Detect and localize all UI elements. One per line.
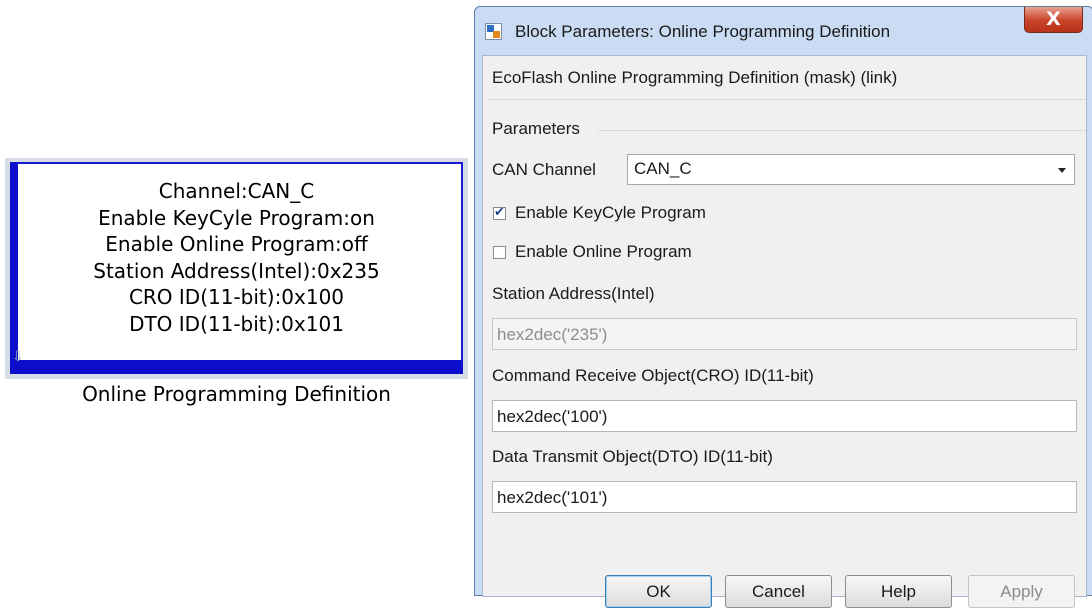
station-address-label: Station Address(Intel) xyxy=(492,284,655,303)
block-line-channel: Channel:CAN_C xyxy=(158,179,315,203)
ok-button[interactable]: OK xyxy=(605,575,712,608)
station-address-value: hex2dec('235') xyxy=(497,325,608,344)
close-icon: X xyxy=(1046,8,1061,30)
block-line-keycycle: Enable KeyCyle Program:on xyxy=(98,205,375,230)
block-bottom-edge xyxy=(10,360,463,374)
down-arrow-icon: ⇩ xyxy=(12,348,24,364)
help-button[interactable]: Help xyxy=(845,575,952,608)
cro-id-label: Command Receive Object(CRO) ID(11-bit) xyxy=(492,366,814,385)
can-channel-select[interactable]: CAN_C xyxy=(627,154,1075,185)
block-caption[interactable]: Online Programming Definition xyxy=(5,381,468,407)
cancel-button[interactable]: Cancel xyxy=(725,575,832,608)
dialog-title-bar[interactable]: Block Parameters: Online Programming Def… xyxy=(475,7,1092,57)
apply-button[interactable]: Apply xyxy=(968,575,1075,608)
cro-id-field[interactable]: hex2dec('100') xyxy=(492,400,1077,432)
block-line-dto-id: DTO ID(11-bit):0x101 xyxy=(129,311,344,336)
can-channel-label: CAN Channel xyxy=(492,160,596,179)
enable-online-checkbox[interactable] xyxy=(493,246,506,259)
mask-title-separator xyxy=(489,99,1086,100)
station-address-field: hex2dec('235') xyxy=(492,318,1077,350)
dialog-title: Block Parameters: Online Programming Def… xyxy=(515,22,891,41)
cro-id-value: hex2dec('100') xyxy=(497,407,608,426)
can-channel-value: CAN_C xyxy=(634,159,692,178)
simulink-app-icon xyxy=(485,23,502,40)
mask-description-title: EcoFlash Online Programming Definition (… xyxy=(492,68,898,87)
block-parameters-dialog: Block Parameters: Online Programming Def… xyxy=(474,6,1092,608)
parameters-separator xyxy=(598,130,1086,131)
block-line-cro-id: CRO ID(11-bit):0x100 xyxy=(128,285,345,310)
dropdown-arrow-icon xyxy=(1058,168,1066,173)
enable-online-label[interactable]: Enable Online Program xyxy=(515,242,692,262)
enable-keycycle-label[interactable]: Enable KeyCyle Program xyxy=(515,203,706,223)
close-button[interactable]: X xyxy=(1024,7,1083,33)
dto-id-field[interactable]: hex2dec('101') xyxy=(492,481,1077,513)
block-line-online: Enable Online Program:off xyxy=(105,232,368,257)
enable-keycycle-checkbox[interactable]: ✔ xyxy=(493,204,506,220)
block-display-text: Channel:CAN_C Enable KeyCyle Program:on … xyxy=(18,178,455,338)
checkmark-icon: ✔ xyxy=(494,204,505,219)
block-left-edge xyxy=(10,162,18,374)
parameters-heading: Parameters xyxy=(492,119,580,138)
dto-id-value: hex2dec('101') xyxy=(497,488,608,507)
dto-id-label: Data Transmit Object(DTO) ID(11-bit) xyxy=(492,447,773,466)
dialog-client-area: EcoFlash Online Programming Definition (… xyxy=(482,55,1087,608)
block-line-station-address: Station Address(Intel):0x235 xyxy=(93,258,380,283)
